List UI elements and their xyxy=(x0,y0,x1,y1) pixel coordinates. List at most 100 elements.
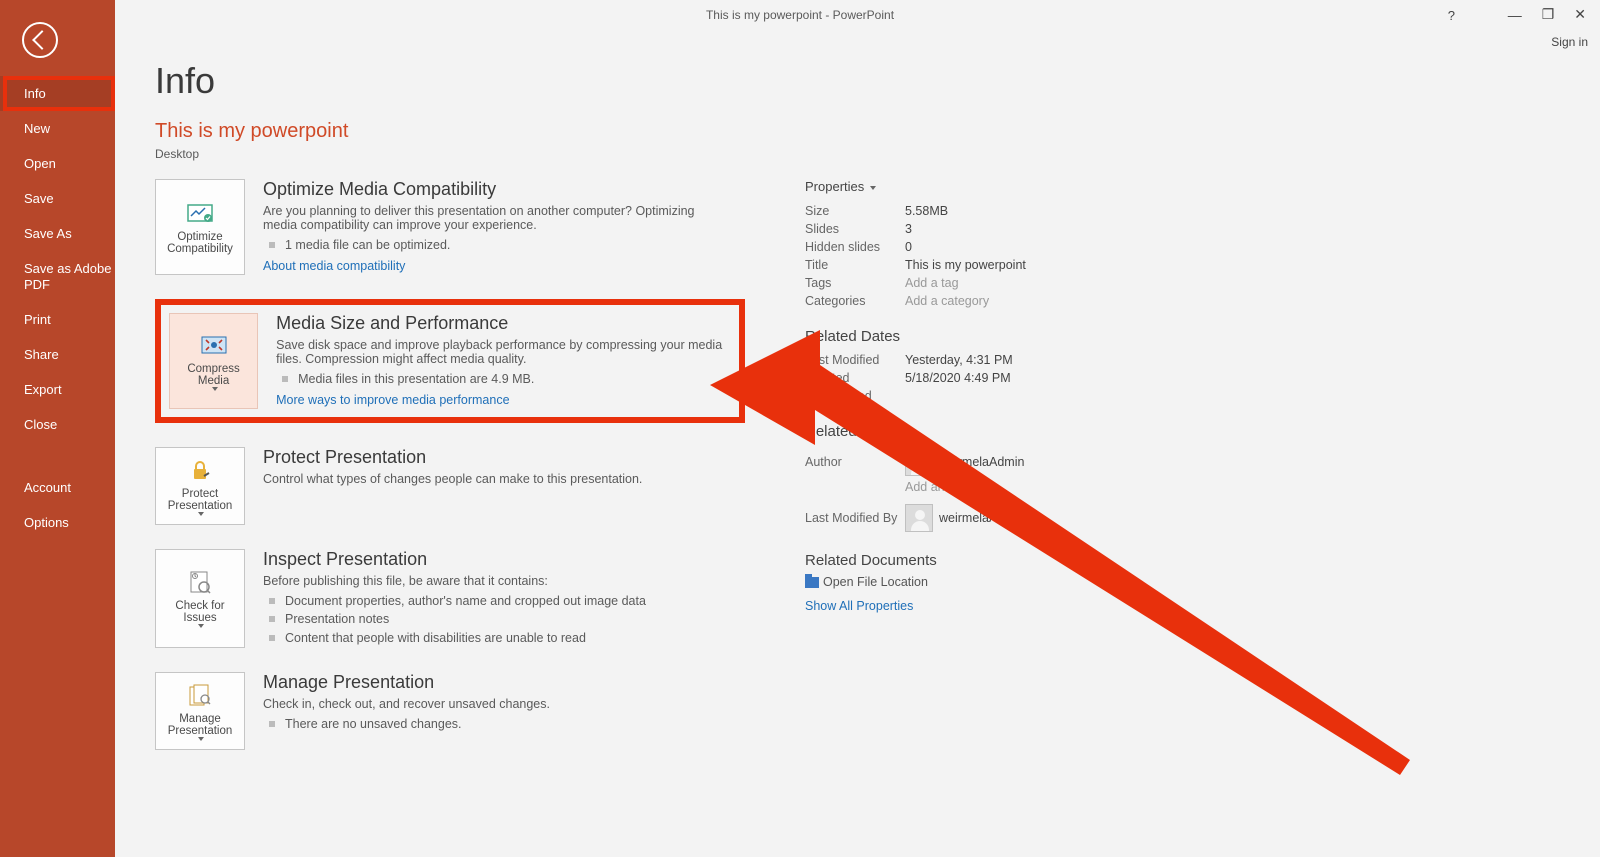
inspect-bullet-1: Presentation notes xyxy=(263,610,646,629)
folder-icon xyxy=(805,577,819,588)
prop-size-value: 5.58MB xyxy=(905,204,948,218)
prop-hidden-label: Hidden slides xyxy=(805,240,905,254)
prop-created-value: 5/18/2020 4:49 PM xyxy=(905,371,1011,385)
sidebar-item-print[interactable]: Print xyxy=(0,302,115,337)
compress-bullet: Media files in this presentation are 4.9… xyxy=(276,370,731,389)
show-all-properties-link[interactable]: Show All Properties xyxy=(805,599,913,613)
prop-lastmod-label: Last Modified xyxy=(805,353,905,367)
properties-dropdown[interactable]: Properties xyxy=(805,179,1145,194)
compress-btn-label: Compress Media xyxy=(174,363,253,387)
prop-tags-label: Tags xyxy=(805,276,905,290)
more-ways-link[interactable]: More ways to improve media performance xyxy=(276,393,509,407)
protect-presentation-button[interactable]: Protect Presentation xyxy=(155,447,245,525)
window-title: This is my powerpoint - PowerPoint xyxy=(706,8,894,22)
manage-bullet: There are no unsaved changes. xyxy=(263,715,550,734)
file-name: This is my powerpoint xyxy=(155,120,1560,143)
prop-size-label: Size xyxy=(805,204,905,218)
manage-icon xyxy=(187,681,213,709)
prop-author-value[interactable]: weirmelaAdmin xyxy=(939,455,1024,469)
prop-lastmod-value: Yesterday, 4:31 PM xyxy=(905,353,1013,367)
main-content: Info This is my powerpoint Desktop Optim… xyxy=(155,60,1560,857)
compress-desc: Save disk space and improve playback per… xyxy=(276,338,731,366)
close-icon[interactable]: ✕ xyxy=(1574,6,1586,23)
chevron-down-icon xyxy=(198,624,204,628)
protect-heading: Protect Presentation xyxy=(263,447,642,468)
sidebar-item-share[interactable]: Share xyxy=(0,337,115,372)
chevron-down-icon xyxy=(212,387,218,391)
back-button[interactable] xyxy=(22,22,58,58)
optimize-compatibility-button[interactable]: Optimize Compatibility xyxy=(155,179,245,275)
prop-slides-label: Slides xyxy=(805,222,905,236)
prop-author-label: Author xyxy=(805,455,905,469)
sidebar-item-close[interactable]: Close xyxy=(0,407,115,442)
optimize-desc: Are you planning to deliver this present… xyxy=(263,204,723,232)
protect-btn-label: Protect Presentation xyxy=(160,488,240,512)
sidebar-item-open[interactable]: Open xyxy=(0,146,115,181)
compress-media-button[interactable]: Compress Media xyxy=(169,313,258,409)
inspect-block: Check for Issues Inspect Presentation Be… xyxy=(155,549,745,648)
avatar-icon xyxy=(905,448,933,476)
sidebar-item-account[interactable]: Account xyxy=(0,470,115,505)
sidebar-item-new[interactable]: New xyxy=(0,111,115,146)
optimize-btn-label: Optimize Compatibility xyxy=(160,231,240,255)
manage-heading: Manage Presentation xyxy=(263,672,550,693)
titlebar: This is my powerpoint - PowerPoint ? — ❐… xyxy=(0,0,1600,30)
sidebar-item-saveas[interactable]: Save As xyxy=(0,216,115,251)
page-title: Info xyxy=(155,60,1560,102)
check-issues-button[interactable]: Check for Issues xyxy=(155,549,245,648)
compress-heading: Media Size and Performance xyxy=(276,313,731,334)
sign-in-link[interactable]: Sign in xyxy=(1551,35,1588,49)
optimize-icon xyxy=(187,199,213,227)
inspect-desc: Before publishing this file, be aware th… xyxy=(263,574,646,588)
prop-lmb-label: Last Modified By xyxy=(805,511,905,525)
manage-presentation-button[interactable]: Manage Presentation xyxy=(155,672,245,750)
sidebar-item-save[interactable]: Save xyxy=(0,181,115,216)
chevron-down-icon xyxy=(870,186,876,190)
manage-block: Manage Presentation Manage Presentation … xyxy=(155,672,745,750)
related-dates-heading: Related Dates xyxy=(805,328,1145,345)
inspect-bullet-0: Document properties, author's name and c… xyxy=(263,592,646,611)
add-author-link[interactable]: Add an author xyxy=(905,480,984,494)
manage-btn-label: Manage Presentation xyxy=(160,713,240,737)
optimize-heading: Optimize Media Compatibility xyxy=(263,179,723,200)
back-arrow-icon xyxy=(32,30,52,50)
related-documents-heading: Related Documents xyxy=(805,552,1145,569)
related-people-heading: Related People xyxy=(805,423,1145,440)
manage-desc: Check in, check out, and recover unsaved… xyxy=(263,697,550,711)
help-icon[interactable]: ? xyxy=(1448,8,1455,23)
inspect-icon xyxy=(187,568,213,596)
file-location: Desktop xyxy=(155,147,1560,161)
prop-tags-value[interactable]: Add a tag xyxy=(905,276,959,290)
sidebar-item-saveasadobe[interactable]: Save as Adobe PDF xyxy=(0,251,115,302)
minimize-icon[interactable]: — xyxy=(1508,7,1522,23)
inspect-heading: Inspect Presentation xyxy=(263,549,646,570)
compress-icon xyxy=(200,331,228,359)
optimize-bullet: 1 media file can be optimized. xyxy=(263,236,723,255)
sidebar-item-options[interactable]: Options xyxy=(0,505,115,540)
inspect-btn-label: Check for Issues xyxy=(160,600,240,624)
sidebar-item-info[interactable]: Info xyxy=(0,76,115,111)
protect-desc: Control what types of changes people can… xyxy=(263,472,642,486)
prop-lastprinted-label: Last Printed xyxy=(805,389,905,403)
inspect-bullet-2: Content that people with disabilities ar… xyxy=(263,629,646,648)
sidebar-item-export[interactable]: Export xyxy=(0,372,115,407)
restore-icon[interactable]: ❐ xyxy=(1542,6,1555,23)
chevron-down-icon xyxy=(198,512,204,516)
about-media-compat-link[interactable]: About media compatibility xyxy=(263,259,405,273)
backstage-sidebar: Info New Open Save Save As Save as Adobe… xyxy=(0,0,115,857)
properties-panel: Properties Size5.58MB Slides3 Hidden sli… xyxy=(805,179,1145,774)
prop-cat-label: Categories xyxy=(805,294,905,308)
prop-lmb-value: weirmelaAdmin xyxy=(939,511,1024,525)
prop-title-value[interactable]: This is my powerpoint xyxy=(905,258,1026,272)
optimize-block: Optimize Compatibility Optimize Media Co… xyxy=(155,179,745,275)
prop-hidden-value: 0 xyxy=(905,240,912,254)
protect-block: Protect Presentation Protect Presentatio… xyxy=(155,447,745,525)
prop-slides-value: 3 xyxy=(905,222,912,236)
avatar-icon xyxy=(905,504,933,532)
open-file-location-link[interactable]: Open File Location xyxy=(823,575,928,589)
chevron-down-icon xyxy=(198,737,204,741)
lock-icon xyxy=(188,456,212,484)
prop-cat-value[interactable]: Add a category xyxy=(905,294,989,308)
prop-created-label: Created xyxy=(805,371,905,385)
compress-block: Compress Media Media Size and Performanc… xyxy=(155,299,745,423)
